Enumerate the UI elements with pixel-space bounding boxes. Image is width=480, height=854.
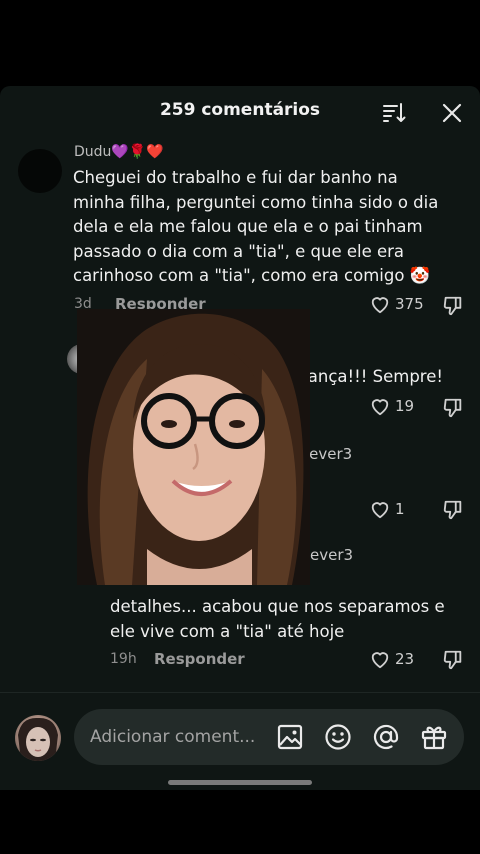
like-button[interactable]: 375 <box>369 294 424 314</box>
comment-input-placeholder: Adicionar coment... <box>90 727 256 747</box>
like-count: 23 <box>395 650 415 668</box>
sort-icon[interactable] <box>382 101 406 125</box>
heart-icon <box>371 297 389 314</box>
comment-author[interactable]: Dudu💜🌹❤️ <box>74 144 164 160</box>
close-icon[interactable] <box>440 101 464 125</box>
like-button[interactable]: 23 <box>369 649 414 669</box>
gift-icon[interactable] <box>420 723 448 751</box>
like-button[interactable]: 1 <box>369 499 405 519</box>
reply-author[interactable]: ever3 <box>310 546 353 564</box>
comment-line: detalhes... acabou que nos separamos e <box>110 597 445 616</box>
like-button[interactable]: 19 <box>369 396 414 416</box>
dislike-icon[interactable] <box>442 397 464 419</box>
heart-icon <box>371 502 389 519</box>
comment-line: dela e ela me falou que ela e o pai tinh… <box>73 217 423 236</box>
image-icon[interactable] <box>276 723 304 751</box>
dislike-icon[interactable] <box>442 649 464 671</box>
comment-line: Cheguei do trabalho e fui dar banho na <box>73 168 398 187</box>
home-indicator[interactable] <box>168 780 312 785</box>
comment-composer: Adicionar coment... <box>0 692 480 790</box>
comment-text: Cheguei do trabalho e fui dar banho na m… <box>73 166 438 289</box>
comment-line: minha filha, perguntei como tinha sido o… <box>73 192 439 212</box>
like-count: 1 <box>395 500 405 518</box>
dislike-icon[interactable] <box>442 499 464 521</box>
comment-line: ele vive com a "tia" até hoje <box>110 621 345 641</box>
webcam-overlay-photo <box>77 309 310 585</box>
comments-count-title: 259 comentários <box>159 100 321 120</box>
comment-avatar[interactable] <box>18 149 62 193</box>
like-count: 375 <box>395 295 424 313</box>
reply-button[interactable]: Responder <box>154 650 245 668</box>
reply-text: detalhes... acabou que nos separamos e e… <box>110 595 445 644</box>
like-count: 19 <box>395 397 415 415</box>
dislike-icon[interactable] <box>442 295 464 317</box>
comment-line: passado o dia com a "tia", e que ele era <box>73 241 405 261</box>
comment-time: 19h <box>110 651 137 667</box>
comment-input[interactable]: Adicionar coment... <box>74 709 464 765</box>
user-avatar[interactable] <box>15 715 61 761</box>
mention-icon[interactable] <box>372 723 400 751</box>
comments-header: 259 comentários <box>0 86 480 138</box>
heart-icon <box>371 652 389 669</box>
comment-line: carinhoso com a "tia", como era comigo 🤡 <box>73 266 431 285</box>
emoji-icon[interactable] <box>324 723 352 751</box>
heart-icon <box>371 399 389 416</box>
